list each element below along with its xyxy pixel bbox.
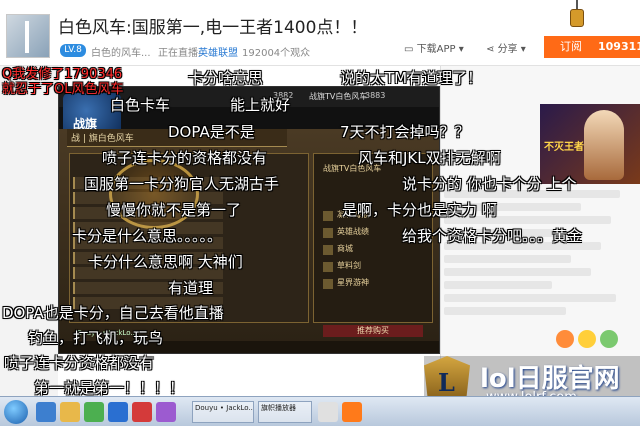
stream-header: 白色风车:国服第一,电一王者1400点！！ LV.8 白色的风车... 正在直播… <box>0 0 640 66</box>
windows-taskbar: Douyu • JackLo... 旗帜播放器 <box>0 396 640 426</box>
danmaku-comment: 卡分是什么意思。。。。。 <box>72 227 223 245</box>
share-label: 分享 <box>497 44 518 55</box>
side-item[interactable]: 草料剑 <box>323 260 423 274</box>
level-badge: LV.8 <box>60 44 86 57</box>
danmaku-comment: 风车和JKL双排无解啊 <box>358 149 501 167</box>
app-icon[interactable] <box>156 402 176 422</box>
chat-line <box>444 307 566 315</box>
danmaku-comment: DOPA是不是 <box>168 123 255 141</box>
danmaku-comment: 能上就好 <box>230 96 291 114</box>
phone-icon: ▭ <box>404 44 417 55</box>
app-icon[interactable] <box>342 402 362 422</box>
chat-line <box>444 281 552 289</box>
champion-figure <box>584 110 624 180</box>
emblem-letter: L <box>438 368 455 397</box>
download-app-button[interactable]: ▭ 下载APP ▾ <box>404 40 464 55</box>
danmaku-comment: 7天不打会掉吗？？ <box>340 123 470 141</box>
chevron-down-icon: ▾ <box>517 44 526 55</box>
viewer-count: 192004个观众 <box>242 48 311 59</box>
gift-icon[interactable] <box>600 330 618 348</box>
chevron-down-icon: ▾ <box>455 44 464 55</box>
gift-icon[interactable] <box>578 330 596 348</box>
danmaku-comment: 喷子连卡分的资格都没有 <box>102 149 268 167</box>
app-icon[interactable] <box>318 402 338 422</box>
ie-icon[interactable] <box>36 402 56 422</box>
lantern-icon <box>568 0 586 30</box>
stream-tab: 战旗TV白色风车 <box>309 92 368 101</box>
taskbar-window[interactable]: 旗帜播放器 <box>258 401 312 423</box>
side-item[interactable]: 星界游神 <box>323 277 423 291</box>
taskbar-window[interactable]: Douyu • JackLo... <box>192 401 254 423</box>
chat-line <box>444 294 617 302</box>
ad-banner[interactable]: 不灭王者 <box>540 104 640 184</box>
danmaku-comment: 白色卡车 <box>110 96 171 114</box>
danmaku-comment: DOPA也是卡分，自己去看他直播 <box>2 304 224 322</box>
danmaku-comment: 喷子连卡分资格都没有 <box>4 354 155 372</box>
stat-2: 3883 <box>365 91 386 100</box>
folder-icon[interactable] <box>60 402 80 422</box>
danmaku-comment: 卡分什么意思啊 大神们 <box>88 253 243 271</box>
streamer-name[interactable]: 白色的风车... <box>91 44 151 59</box>
danmaku-comment: 钓鱼，打飞机，玩鸟 <box>28 329 164 347</box>
danmaku-comment: 说卡分的 你也卡个分 上个 <box>402 175 577 193</box>
game-link[interactable]: 英雄联盟 <box>198 44 238 59</box>
danmaku-comment: 说的太TM有道理了！ <box>340 69 483 87</box>
stream-title: 白色风车:国服第一,电一王者1400点！！ <box>58 18 368 38</box>
chat-line <box>444 268 591 276</box>
download-app-label: 下载APP <box>416 44 456 55</box>
app-icon[interactable] <box>108 402 128 422</box>
start-button[interactable] <box>4 400 28 424</box>
ad-slogan: 不灭王者 <box>544 142 584 153</box>
danmaku-comment: Q我发修了1790346 <box>2 67 123 82</box>
playing-label: 正在直播: <box>158 48 202 59</box>
danmaku-comment: 就忍于了OL风色风车 <box>2 82 124 97</box>
client-tab: 战 | 旗白色风车 <box>71 134 134 144</box>
share-button[interactable]: ⋖ 分享 ▾ <box>486 40 526 55</box>
danmaku-comment: 是啊，卡分也是实力 啊 <box>342 201 497 219</box>
app-icon[interactable] <box>132 402 152 422</box>
share-icon: ⋖ <box>486 44 498 55</box>
danmaku-comment: 有道理 <box>168 279 214 297</box>
chat-line <box>444 255 572 263</box>
danmaku-comment: 慢慢你就不是第一了 <box>106 201 242 219</box>
subscribe-button[interactable]: 订阅 109311 <box>544 36 640 58</box>
side-panel-list: 凝彩海报 英雄战绩 商城 草料剑 星界游神 <box>323 209 423 294</box>
danmaku-comment: 第一就是第一！！！！ <box>34 379 185 397</box>
danmaku-comment: 卡分啥意思 <box>188 69 264 87</box>
subscribe-count: 109311 <box>598 40 640 53</box>
streamer-avatar[interactable] <box>6 14 50 58</box>
subscribe-label: 订阅 <box>560 40 582 53</box>
danmaku-comment: 国服第一卡分狗官人无湖古手 <box>84 175 280 193</box>
media-icon[interactable] <box>84 402 104 422</box>
gift-row <box>556 330 640 350</box>
side-item[interactable]: 商城 <box>323 243 423 257</box>
side-panel-footer-button[interactable]: 推荐购买 <box>323 325 423 337</box>
gift-icon[interactable] <box>556 330 574 348</box>
danmaku-comment: 给我个资格卡分吧。。。黄金 <box>402 227 583 245</box>
